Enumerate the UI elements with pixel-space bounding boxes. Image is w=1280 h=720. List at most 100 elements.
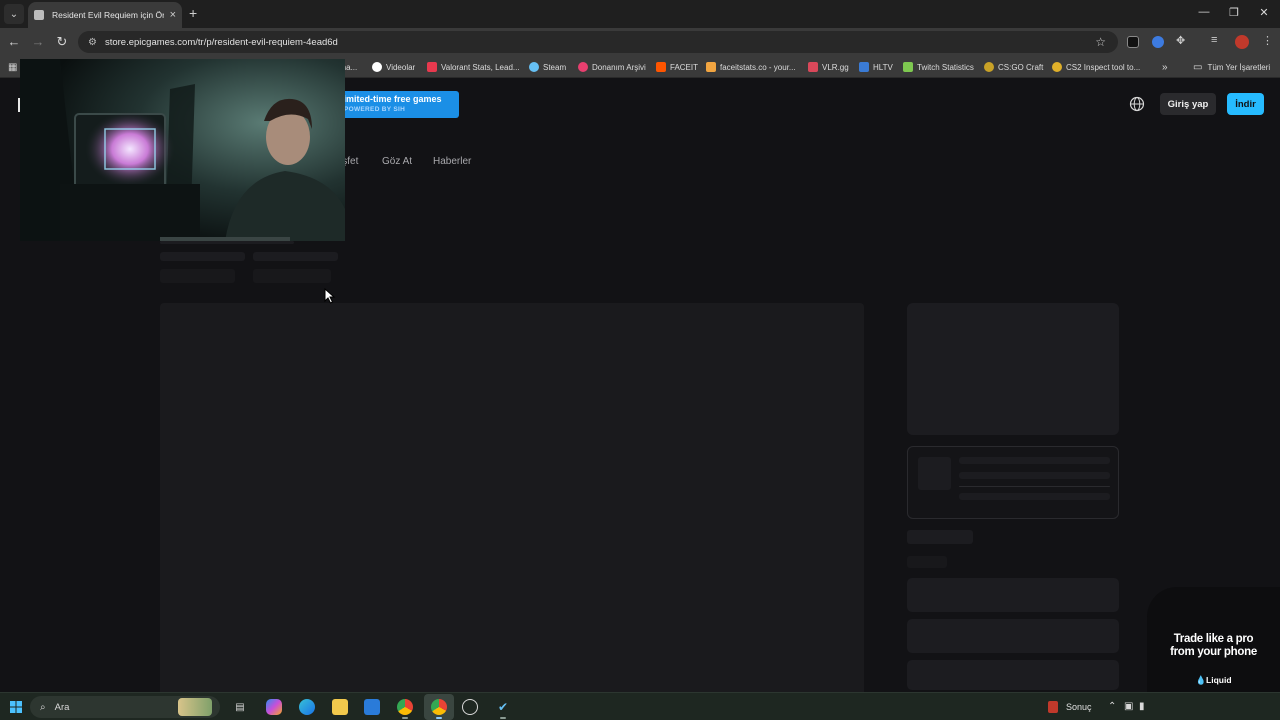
tab-active[interactable]: Resident Evil Requiem için Ön S × [28, 2, 182, 28]
bookmark-label: HLTV [873, 62, 893, 72]
bookmark-label: Steam [543, 62, 567, 72]
minimize-button[interactable]: — [1194, 6, 1214, 18]
ad-headline-line1: Trade like a pro [1173, 633, 1254, 645]
tray-device-icon[interactable]: ▮ [1139, 701, 1145, 712]
promo-title: Limited-time free games [338, 94, 442, 104]
windows-taskbar: ⌕ Ara ▤ ✔ Sonuç ⌃ ▣ ▮ [0, 692, 1280, 720]
csgo-craft-icon [984, 62, 994, 72]
reload-icon[interactable]: ↻ [54, 34, 70, 50]
bookmark-label: CS:GO Craft [998, 62, 1044, 72]
chrome-icon[interactable] [397, 699, 413, 715]
close-window-button[interactable]: ✕ [1254, 6, 1274, 19]
bookmark-label: VLR.gg [822, 62, 849, 72]
download-button[interactable]: İndir [1227, 93, 1264, 115]
donanim-icon [578, 62, 588, 72]
back-icon[interactable]: ← [6, 34, 22, 50]
bookmark-videolar[interactable]: Videolar [372, 60, 415, 74]
tab-search-button[interactable]: ⌄ [4, 4, 24, 24]
new-tab-button[interactable]: + [189, 5, 197, 21]
edge-icon[interactable] [299, 699, 315, 715]
skeleton-block [160, 269, 235, 283]
steam-taskbar-icon[interactable]: ✔ [495, 699, 511, 715]
language-globe-icon[interactable] [1129, 96, 1145, 112]
file-explorer-icon[interactable] [332, 699, 348, 715]
sports-score-icon[interactable] [1048, 701, 1058, 713]
ad-headline-line2: from your phone [1170, 646, 1257, 658]
bookmark-cs2-inspect[interactable]: CS2 Inspect tool to... [1052, 60, 1140, 74]
profile-avatar[interactable] [1235, 35, 1249, 49]
tray-sports-label[interactable]: Sonuç [1066, 702, 1092, 712]
copilot-icon[interactable] [266, 699, 282, 715]
site-info-icon[interactable]: ⚙ [88, 37, 97, 48]
all-bookmarks-folder[interactable]: ▭ Tüm Yer İşaretleri [1193, 60, 1270, 74]
search-highlight-image [178, 698, 212, 716]
faceit-icon [656, 62, 666, 72]
cs2-inspect-icon [1052, 62, 1062, 72]
bookmark-label: CS2 Inspect tool to... [1066, 62, 1141, 72]
skeleton-cart-button [907, 619, 1119, 653]
promo-banner[interactable]: Limited-time free games POWERED BY SIH [338, 91, 459, 118]
google-icon [372, 62, 382, 72]
extensions-puzzle-icon[interactable]: ✥ [1176, 34, 1185, 47]
search-icon: ⌕ [40, 701, 46, 713]
outlook-icon[interactable] [364, 699, 380, 715]
tab-close-icon[interactable]: × [170, 9, 176, 21]
tray-chevron-icon[interactable]: ⌃ [1108, 701, 1116, 712]
bookmarks-overflow-button[interactable]: » [1162, 60, 1168, 74]
skeleton-block [253, 269, 331, 283]
running-app-indicator [500, 717, 506, 719]
all-bookmarks-label: Tüm Yer İşaretleri [1207, 62, 1271, 72]
skeleton-block [160, 252, 245, 261]
bookmark-label: Donanım Arşivi [592, 62, 646, 72]
skeleton-price [907, 556, 947, 568]
address-toolbar: ← → ↻ ⚙ store.epicgames.com/tr/p/residen… [0, 28, 1280, 56]
tray-app-icon[interactable]: ▣ [1124, 701, 1133, 712]
clock-app-icon[interactable] [462, 699, 478, 715]
bookmark-star-icon[interactable]: ☆ [1095, 35, 1106, 49]
skeleton-line [959, 472, 1110, 479]
extension-icon[interactable] [1127, 36, 1139, 48]
url-field[interactable]: ⚙ store.epicgames.com/tr/p/resident-evil… [78, 31, 1118, 53]
running-app-indicator [402, 717, 408, 719]
bookmark-label: Valorant Stats, Lead... [441, 62, 520, 72]
steam-icon [529, 62, 539, 72]
skeleton-wishlist-button [907, 660, 1119, 690]
subnav-browse[interactable]: Göz At [382, 156, 412, 167]
bookmark-twitch-statistics[interactable]: Twitch Statistics [903, 60, 974, 74]
skeleton-title-underline [160, 241, 294, 244]
url-text: store.epicgames.com/tr/p/resident-evil-r… [104, 36, 338, 48]
forward-icon[interactable]: → [30, 34, 46, 50]
tab-favicon-icon [34, 10, 44, 20]
bookmark-vlr[interactable]: VLR.gg [808, 60, 849, 74]
subnav-news[interactable]: Haberler [433, 156, 471, 167]
browser-menu-icon[interactable]: ⋮ [1262, 34, 1273, 47]
bookmark-donanim-arsivi[interactable]: Donanım Arşivi [578, 60, 646, 74]
apps-grid-icon[interactable]: ▦ [8, 62, 17, 73]
skeleton-block [253, 252, 338, 261]
bookmark-valorant[interactable]: Valorant Stats, Lead... [427, 60, 520, 74]
rating-card-skeleton [907, 446, 1119, 519]
chrome-active-icon[interactable] [431, 699, 447, 715]
skeleton-line [959, 493, 1110, 500]
task-view-icon[interactable]: ▤ [232, 699, 248, 715]
login-button[interactable]: Giriş yap [1160, 93, 1216, 115]
tab-strip: ⌄ Resident Evil Requiem için Ön S × + — … [0, 0, 1280, 28]
hltv-icon [859, 62, 869, 72]
taskbar-search[interactable]: ⌕ Ara [30, 696, 220, 718]
restore-button[interactable]: ❐ [1224, 6, 1244, 19]
media-control-icon[interactable]: ≡ [1211, 34, 1217, 46]
bookmark-faceitstats[interactable]: faceitstats.co - your... [706, 60, 796, 74]
bookmark-csgo-craft[interactable]: CS:GO Craft [984, 60, 1043, 74]
ad-brand-label: Liquid [1206, 675, 1232, 685]
valorant-icon [427, 62, 437, 72]
windows-start-icon[interactable] [10, 701, 22, 713]
bookmark-faceit[interactable]: FACEIT [656, 60, 698, 74]
bookmark-steam[interactable]: Steam [529, 60, 566, 74]
extension-blue-icon[interactable] [1152, 36, 1164, 48]
media-carousel-skeleton [160, 303, 864, 692]
liquid-ad[interactable]: Trade like a pro from your phone 💧Liquid [1147, 587, 1280, 692]
skeleton-thumb [918, 457, 951, 490]
tab-title: Resident Evil Requiem için Ön S [52, 10, 164, 20]
game-logo-skeleton [907, 303, 1119, 435]
bookmark-hltv[interactable]: HLTV [859, 60, 893, 74]
